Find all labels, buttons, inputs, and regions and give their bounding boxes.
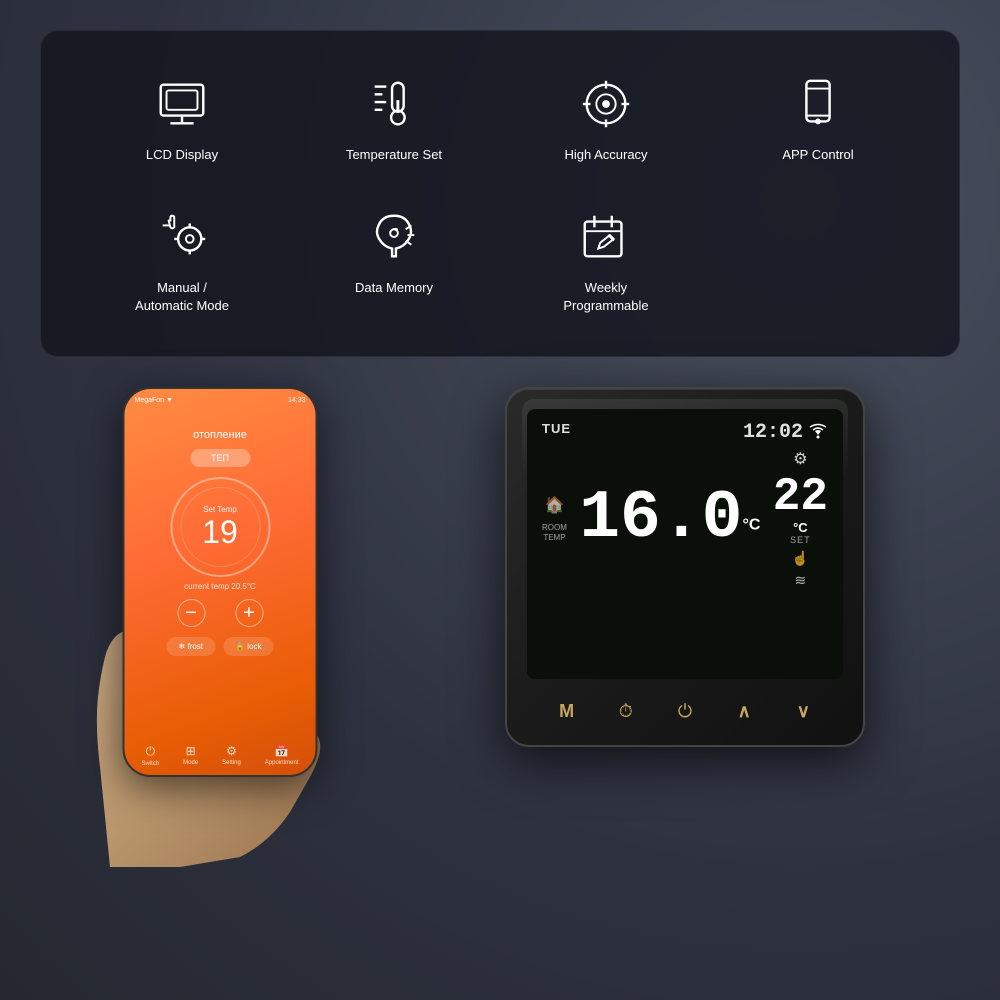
weekly-programmable-label: WeeklyProgrammable	[563, 279, 648, 315]
data-memory-label: Data Memory	[355, 279, 433, 297]
lcd-display-label: LCD Display	[146, 146, 218, 164]
thermo-screen: TUE 12:02	[527, 409, 843, 679]
set-label: SET	[790, 535, 811, 545]
clock-button[interactable]: ⏱	[608, 694, 644, 730]
mode-btn-label: M	[559, 701, 574, 722]
edit-calendar-icon	[574, 204, 639, 269]
setting-icon: ⚙	[226, 744, 237, 758]
up-icon: ∧	[738, 701, 751, 722]
phone-status-bar: MegaFon ▼ 14:33	[135, 397, 306, 404]
feature-temperature-set: Temperature Set	[293, 61, 495, 174]
feature-high-accuracy: High Accuracy	[505, 61, 707, 174]
phone-screen: MegaFon ▼ 14:33 отопление ТЕП Set Temp 1…	[125, 389, 316, 775]
crosshair-icon	[574, 71, 639, 136]
touch-icon: ☝	[792, 550, 809, 567]
nav-switch[interactable]: ⏻ Switch	[141, 744, 159, 767]
wifi-icon	[808, 423, 828, 442]
thermo-current-temp: 16.0	[579, 480, 742, 557]
feature-weekly-programmable: WeeklyProgrammable	[505, 194, 707, 325]
switch-icon: ⏻	[146, 744, 156, 759]
phone-temp-controls: − +	[137, 599, 304, 627]
set-temp-value: 19	[202, 516, 238, 548]
lcd-icon	[150, 71, 215, 136]
thermo-set-temp: 22	[773, 474, 828, 520]
nav-mode[interactable]: ⊞ Mode	[183, 744, 198, 767]
feature-lcd-display: LCD Display	[81, 61, 283, 174]
phone-time: 14:33	[288, 397, 306, 404]
heat-icon: ≋	[795, 572, 807, 589]
nav-appointment[interactable]: 📅 Appointment	[265, 744, 299, 767]
page-wrapper: LCD Display Temperature Set	[0, 0, 1000, 1000]
home-icon: 🏠	[544, 495, 564, 515]
phone-app-title: отопление	[137, 429, 304, 441]
room-temp-label: ROOMTEMP	[542, 523, 567, 542]
setting-label: Setting	[222, 760, 241, 766]
bottom-section: MegaFon ▼ 14:33 отопление ТЕП Set Temp 1…	[40, 387, 960, 867]
head-gear-icon	[362, 204, 427, 269]
feature-app-control: APP Control	[717, 61, 919, 174]
frost-button[interactable]: ❄ frost	[167, 637, 215, 656]
mode-icon: ⊞	[186, 744, 196, 758]
app-phone-icon	[786, 71, 851, 136]
thermo-day: TUE	[542, 421, 571, 436]
current-unit: °C	[742, 516, 760, 533]
feature-manual-auto: Manual /Automatic Mode	[81, 194, 283, 325]
thermo-time: 12:02	[743, 421, 803, 444]
increase-temp-button[interactable]: +	[235, 599, 263, 627]
appointment-icon: 📅	[274, 744, 289, 758]
set-unit: °C	[793, 520, 808, 535]
thermostat-section: TUE 12:02	[420, 387, 950, 747]
power-button[interactable]: ⏻	[667, 694, 703, 730]
current-temp-area: 16.0°C	[572, 485, 768, 553]
phone-device: MegaFon ▼ 14:33 отопление ТЕП Set Temp 1…	[123, 387, 318, 777]
clock-icon: ⏱	[619, 701, 633, 722]
lock-button[interactable]: 🔒 lock	[223, 637, 273, 656]
thermostat-device: TUE 12:02	[505, 387, 865, 747]
gear-icon: ⚙	[793, 449, 807, 469]
mode-button[interactable]: M	[549, 694, 585, 730]
down-icon: ∨	[797, 701, 810, 722]
thermometer-icon	[362, 71, 427, 136]
thermo-bottom-buttons: M ⏱ ⏻ ∧ ∨	[527, 694, 843, 730]
phone-mode-button[interactable]: ТЕП	[190, 449, 250, 467]
features-card: LCD Display Temperature Set	[40, 30, 960, 357]
high-accuracy-label: High Accuracy	[564, 146, 647, 164]
temperature-set-label: Temperature Set	[346, 146, 442, 164]
mode-label: Mode	[183, 760, 198, 766]
phone-carrier: MegaFon ▼	[135, 397, 173, 404]
down-button[interactable]: ∨	[785, 694, 821, 730]
thermo-left-icons: 🏠 ROOMTEMP	[542, 495, 567, 542]
app-control-label: APP Control	[782, 146, 853, 164]
power-icon: ⏻	[678, 701, 692, 722]
hand-gear-icon	[150, 204, 215, 269]
manual-auto-label: Manual /Automatic Mode	[135, 279, 229, 315]
features-grid: LCD Display Temperature Set	[81, 61, 919, 326]
set-temp-label: Set Temp	[202, 505, 238, 514]
nav-setting[interactable]: ⚙ Setting	[222, 744, 241, 767]
up-button[interactable]: ∧	[726, 694, 762, 730]
thermo-set-area: 22°C SET	[773, 474, 828, 545]
hand-phone-container: MegaFon ▼ 14:33 отопление ТЕП Set Temp 1…	[50, 387, 390, 867]
phone-section: MegaFon ▼ 14:33 отопление ТЕП Set Temp 1…	[50, 387, 390, 867]
switch-label: Switch	[141, 761, 159, 767]
feature-data-memory: Data Memory	[293, 194, 495, 325]
phone-dial-control[interactable]: Set Temp 19	[170, 477, 270, 577]
current-temp-display: current temp 20.5°C	[137, 582, 304, 591]
thermo-top-row: TUE 12:02	[542, 421, 828, 444]
appointment-label: Appointment	[265, 760, 299, 766]
phone-extra-buttons: ❄ frost 🔒 lock	[137, 637, 304, 656]
thermo-right-col: ⚙ 22°C SET ☝ ≋	[773, 449, 828, 589]
thermo-time-wifi: 12:02	[743, 421, 828, 444]
thermo-main-area: 🏠 ROOMTEMP 16.0°C ⚙ 22°C SET	[542, 449, 828, 589]
phone-bottom-nav: ⏻ Switch ⊞ Mode ⚙ Setting	[125, 744, 316, 767]
decrease-temp-button[interactable]: −	[177, 599, 205, 627]
